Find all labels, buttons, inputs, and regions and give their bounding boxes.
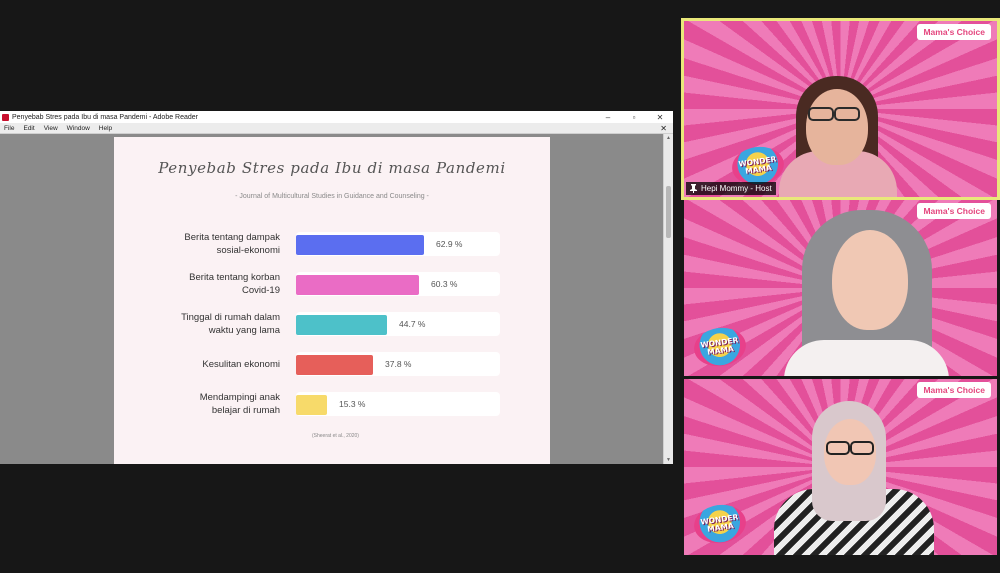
video-tile-3[interactable]: Mama's Choice WONDER MAMA bbox=[684, 379, 997, 555]
bar bbox=[296, 235, 424, 255]
bar-value-label: 15.3 % bbox=[339, 399, 366, 409]
scroll-up-arrow-icon[interactable]: ▲ bbox=[664, 134, 673, 142]
source-citation: (Sheerat et al., 2020) bbox=[312, 433, 359, 439]
slide-title: Penyebab Stres pada Ibu di masa Pandemi bbox=[158, 159, 506, 177]
video-tile-2[interactable]: Mama's Choice WONDER MAMA bbox=[684, 200, 997, 376]
category-label: Berita tentang dampak sosial-ekonomi bbox=[184, 232, 280, 256]
menu-file[interactable]: File bbox=[0, 125, 19, 132]
category-label: Kesulitan ekonomi bbox=[202, 358, 280, 370]
menu-bar: File Edit View Window Help ✕ bbox=[0, 123, 673, 134]
brand-logo: Mama's Choice bbox=[917, 203, 991, 219]
menu-window[interactable]: Window bbox=[63, 125, 95, 132]
chart-row: Tinggal di rumah dalam waktu yang lama 44… bbox=[114, 309, 550, 339]
window-title: Penyebab Stres pada Ibu di masa Pandemi … bbox=[12, 113, 199, 121]
category-label: Tinggal di rumah dalam waktu yang lama bbox=[181, 312, 280, 336]
wonder-mama-badge-icon: WONDER MAMA bbox=[691, 324, 749, 370]
close-window-button[interactable]: ✕ bbox=[647, 113, 673, 122]
menu-view[interactable]: View bbox=[40, 125, 63, 132]
category-label: Mendampingi anak belajar di rumah bbox=[199, 392, 280, 416]
minimize-button[interactable]: – bbox=[595, 113, 621, 122]
wonder-mama-badge-icon: WONDER MAMA bbox=[691, 501, 749, 547]
bar bbox=[296, 355, 373, 375]
maximize-button[interactable]: ▫ bbox=[621, 113, 647, 122]
close-document-button[interactable]: ✕ bbox=[660, 124, 667, 133]
chart-row: Mendampingi anak belajar di rumah 15.3 % bbox=[114, 389, 550, 419]
vertical-scrollbar[interactable]: ▲ ▼ bbox=[663, 134, 673, 464]
scroll-down-arrow-icon[interactable]: ▼ bbox=[664, 456, 673, 464]
menu-help[interactable]: Help bbox=[95, 125, 117, 132]
bar bbox=[296, 275, 419, 295]
category-label: Berita tentang korban Covid-19 bbox=[189, 272, 280, 296]
video-tile-host[interactable]: Mama's Choice WONDER MAMA Hepi Mommy - H… bbox=[681, 18, 1000, 200]
pin-icon bbox=[690, 184, 697, 193]
brand-logo: Mama's Choice bbox=[917, 382, 991, 398]
pdf-page: Penyebab Stres pada Ibu di masa Pandemi … bbox=[114, 137, 550, 464]
scroll-thumb[interactable] bbox=[666, 186, 671, 238]
adobe-reader-icon bbox=[2, 113, 9, 121]
menu-edit[interactable]: Edit bbox=[19, 125, 39, 132]
bar-value-label: 44.7 % bbox=[399, 319, 426, 329]
bar-value-label: 37.8 % bbox=[385, 359, 412, 369]
chart-row: Berita tentang dampak sosial-ekonomi 62.9… bbox=[114, 229, 550, 259]
bar bbox=[296, 395, 327, 415]
bar-value-label: 60.3 % bbox=[431, 279, 458, 289]
chart-row: Berita tentang korban Covid-19 60.3 % bbox=[114, 269, 550, 299]
participant-nameplate: Hepi Mommy - Host bbox=[686, 182, 776, 195]
participant-name: Hepi Mommy - Host bbox=[701, 184, 772, 193]
bar-value-label: 62.9 % bbox=[436, 239, 463, 249]
chart-row: Kesulitan ekonomi 37.8 % bbox=[114, 349, 550, 379]
brand-logo: Mama's Choice bbox=[917, 24, 991, 40]
bar bbox=[296, 315, 387, 335]
window-titlebar: Penyebab Stres pada Ibu di masa Pandemi … bbox=[0, 111, 673, 123]
slide-subtitle: - Journal of Multicultural Studies in Gu… bbox=[235, 193, 429, 200]
